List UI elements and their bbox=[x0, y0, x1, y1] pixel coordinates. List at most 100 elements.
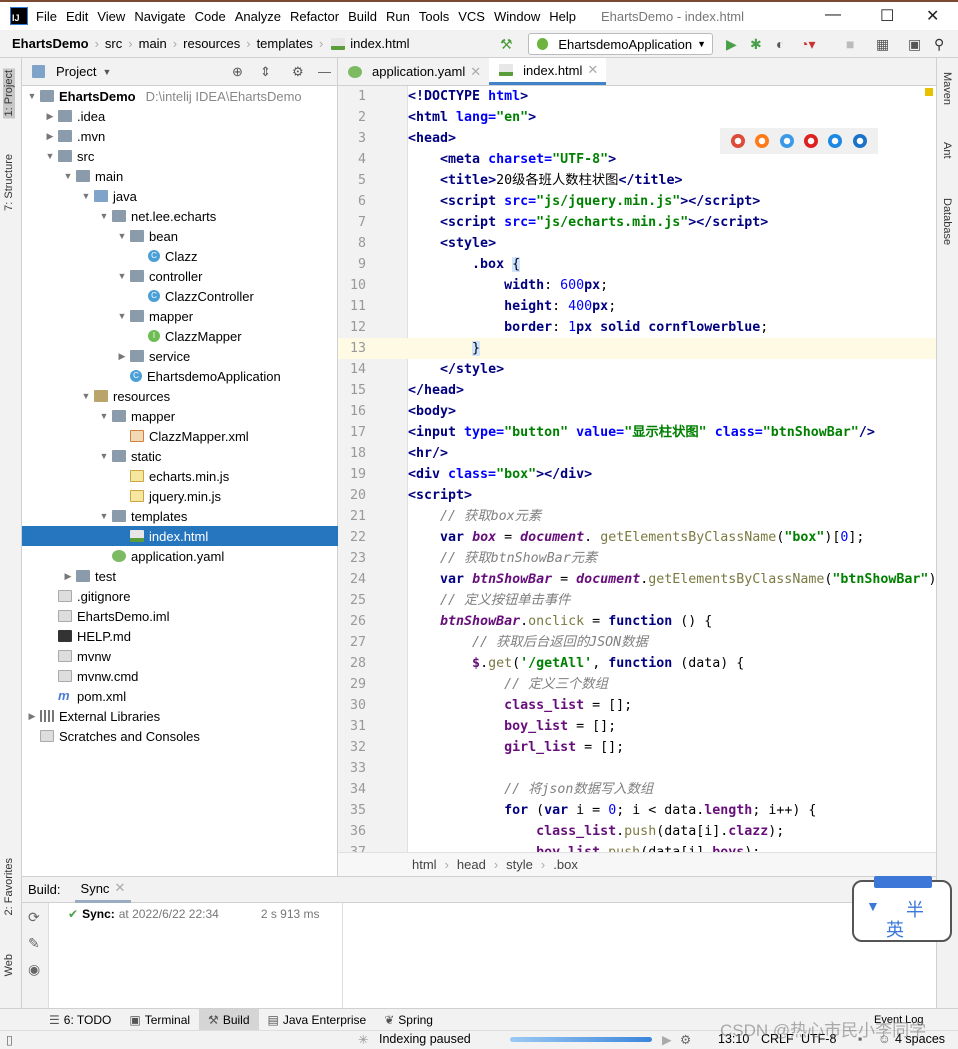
tree-item[interactable]: Scratches and Consoles bbox=[22, 726, 338, 746]
tool-window-java-enterprise[interactable]: ▤ Java Enterprise bbox=[259, 1009, 376, 1031]
menu-tools[interactable]: Tools bbox=[419, 9, 449, 24]
menu-help[interactable]: Help bbox=[549, 9, 576, 24]
tool-tab-favorites[interactable]: 2: Favorites bbox=[3, 858, 15, 915]
coverage-icon[interactable]: ◐ bbox=[776, 36, 784, 52]
chevron-right-icon[interactable]: ▶ bbox=[26, 711, 38, 722]
code-line[interactable]: 30 class_list = []; bbox=[338, 695, 936, 716]
chevron-down-icon[interactable]: ▼ bbox=[116, 311, 128, 321]
code-line[interactable]: 5 <title>20级各班人数柱状图</title> bbox=[338, 170, 936, 191]
ie-icon[interactable] bbox=[828, 134, 843, 148]
breadcrumb-item[interactable]: src bbox=[105, 36, 122, 51]
close-button[interactable]: ✕ bbox=[926, 6, 939, 26]
chevron-down-icon[interactable]: ▼ bbox=[80, 191, 92, 201]
code-line[interactable]: 18 <hr/> bbox=[338, 443, 936, 464]
code-line[interactable]: 8 <style> bbox=[338, 233, 936, 254]
chevron-down-icon[interactable]: ▼ bbox=[116, 271, 128, 281]
help-icon[interactable]: ⚙ bbox=[680, 1032, 691, 1047]
chevron-down-icon[interactable]: ▼ bbox=[102, 67, 111, 77]
chevron-right-icon[interactable]: ▶ bbox=[116, 351, 128, 362]
presentation-icon[interactable]: ▣ bbox=[908, 36, 921, 53]
code-line[interactable]: 13 } bbox=[338, 338, 936, 359]
resume-icon[interactable]: ▶ bbox=[662, 1032, 672, 1047]
pin-icon[interactable]: ✎ bbox=[28, 935, 40, 952]
tree-item[interactable]: m pom.xml bbox=[22, 686, 338, 706]
ime-widget[interactable]: ▼ 半 英 bbox=[852, 876, 952, 942]
code-line[interactable]: 17 <input type="button" value="显示柱状图" cla… bbox=[338, 422, 936, 443]
tab-index-html[interactable]: index.html ✕ bbox=[489, 58, 607, 85]
chevron-right-icon[interactable]: ▶ bbox=[44, 111, 56, 122]
tree-item[interactable]: C ClazzController bbox=[22, 286, 338, 306]
locate-icon[interactable]: ⊕ bbox=[232, 64, 243, 80]
safari-icon[interactable] bbox=[779, 134, 794, 148]
tool-tab-database[interactable]: Database bbox=[941, 198, 953, 245]
menu-code[interactable]: Code bbox=[195, 9, 226, 24]
code-line[interactable]: 9 .box { bbox=[338, 254, 936, 275]
chevron-down-icon[interactable]: ▼ bbox=[26, 91, 38, 101]
menu-navigate[interactable]: Navigate bbox=[134, 9, 185, 24]
tool-window-spring[interactable]: ❦ Spring bbox=[375, 1009, 442, 1031]
tool-tab-web[interactable]: Web bbox=[3, 954, 15, 976]
debug-icon[interactable]: ✱ bbox=[750, 36, 762, 53]
project-structure-icon[interactable]: ▦ bbox=[876, 36, 889, 53]
tree-item[interactable]: ClazzMapper.xml bbox=[22, 426, 338, 446]
toggle-tool-windows-icon[interactable]: ▯ bbox=[6, 1032, 13, 1047]
tree-item[interactable]: ▶ .mvn bbox=[22, 126, 338, 146]
menu-edit[interactable]: Edit bbox=[66, 9, 88, 24]
tool-tab-project[interactable]: 1: Project bbox=[3, 68, 15, 119]
tree-item[interactable]: mvnw.cmd bbox=[22, 666, 338, 686]
code-line[interactable]: 24 var btnShowBar = document.getElements… bbox=[338, 569, 936, 590]
tree-item[interactable]: mvnw bbox=[22, 646, 338, 666]
tree-item[interactable]: ▼ main bbox=[22, 166, 338, 186]
tree-item[interactable]: echarts.min.js bbox=[22, 466, 338, 486]
code-line[interactable]: 14 </style> bbox=[338, 359, 936, 380]
code-line[interactable]: 32 girl_list = []; bbox=[338, 737, 936, 758]
close-icon[interactable]: ✕ bbox=[114, 880, 125, 896]
chevron-right-icon[interactable]: ▶ bbox=[62, 571, 74, 582]
firefox-icon[interactable] bbox=[755, 134, 770, 148]
code-line[interactable]: 12 border: 1px solid cornflowerblue; bbox=[338, 317, 936, 338]
tree-item[interactable]: HELP.md bbox=[22, 626, 338, 646]
tree-item[interactable]: application.yaml bbox=[22, 546, 338, 566]
view-icon[interactable]: ◉ bbox=[28, 961, 40, 978]
tree-item[interactable]: ▼ resources bbox=[22, 386, 338, 406]
structure-crumb[interactable]: style bbox=[506, 857, 533, 872]
tree-item[interactable]: ▼ static bbox=[22, 446, 338, 466]
stop-icon[interactable]: ■ bbox=[846, 36, 854, 52]
tool-tab-structure[interactable]: 7: Structure bbox=[3, 154, 15, 211]
menu-run[interactable]: Run bbox=[386, 9, 410, 24]
run-icon[interactable]: ▶ bbox=[726, 36, 737, 53]
code-line[interactable]: 34 // 将json数据写入数组 bbox=[338, 779, 936, 800]
code-line[interactable]: 10 width: 600px; bbox=[338, 275, 936, 296]
chevron-down-icon[interactable]: ▼ bbox=[98, 211, 110, 221]
tool-window-build[interactable]: ⚒ Build bbox=[199, 1008, 259, 1031]
tree-item[interactable]: ▶ test bbox=[22, 566, 338, 586]
code-line[interactable]: 37 boy_list.push(data[i].boys); bbox=[338, 842, 936, 852]
breadcrumb-item[interactable]: templates bbox=[257, 36, 313, 51]
code-line[interactable]: 2 <html lang="en"> bbox=[338, 107, 936, 128]
code-line[interactable]: 33 bbox=[338, 758, 936, 779]
tree-item[interactable]: ▼ net.lee.echarts bbox=[22, 206, 338, 226]
maximize-button[interactable]: ☐ bbox=[880, 6, 894, 26]
code-line[interactable]: 21 // 获取box元素 bbox=[338, 506, 936, 527]
tree-item[interactable]: index.html bbox=[22, 526, 338, 546]
chevron-down-icon[interactable]: ▼ bbox=[44, 151, 56, 161]
menu-view[interactable]: View bbox=[97, 9, 125, 24]
menu-analyze[interactable]: Analyze bbox=[235, 9, 281, 24]
code-line[interactable]: 23 // 获取btnShowBar元素 bbox=[338, 548, 936, 569]
code-line[interactable]: 20 <script> bbox=[338, 485, 936, 506]
menu-build[interactable]: Build bbox=[348, 9, 377, 24]
menu-vcs[interactable]: VCS bbox=[458, 9, 485, 24]
chrome-icon[interactable] bbox=[731, 134, 746, 148]
tree-item[interactable]: ▼ bean bbox=[22, 226, 338, 246]
tool-tab-ant[interactable]: Ant bbox=[941, 142, 953, 159]
tree-item[interactable]: C EhartsdemoApplication bbox=[22, 366, 338, 386]
structure-crumb[interactable]: .box bbox=[553, 857, 578, 872]
build-hammer-icon[interactable]: ⚒ bbox=[500, 36, 513, 53]
tree-item[interactable]: I ClazzMapper bbox=[22, 326, 338, 346]
code-area[interactable]: 1 <!DOCTYPE html> 2 <html lang="en"> 3 <head>… bbox=[338, 86, 936, 852]
indexing-status[interactable]: Indexing paused bbox=[379, 1032, 471, 1046]
code-line[interactable]: 27 // 获取后台返回的JSON数据 bbox=[338, 632, 936, 653]
breadcrumb-item[interactable]: resources bbox=[183, 36, 240, 51]
code-line[interactable]: 1 <!DOCTYPE html> bbox=[338, 86, 936, 107]
minimize-button[interactable]: — bbox=[825, 6, 841, 24]
